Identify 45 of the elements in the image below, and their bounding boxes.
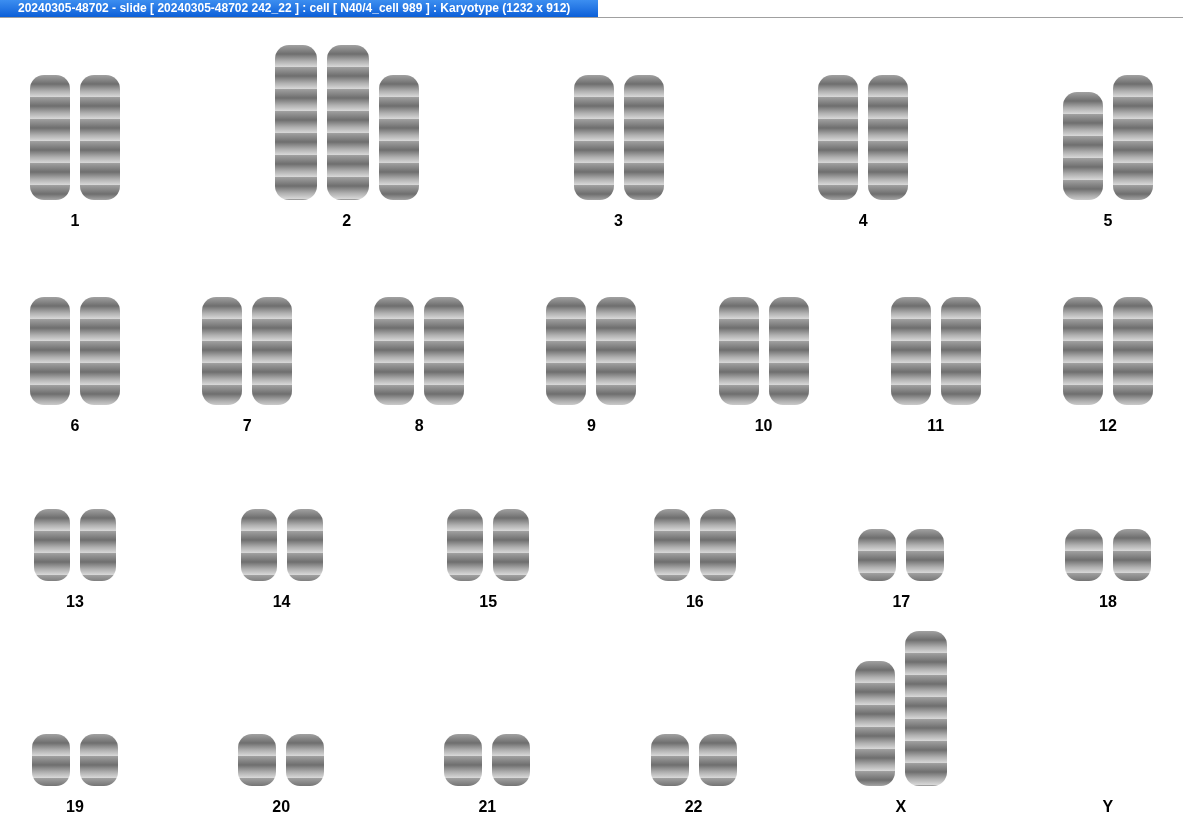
- chromosome-image: [493, 509, 530, 581]
- chromosome-label: 14: [272, 593, 291, 611]
- chromosome-label: 3: [614, 212, 623, 230]
- chromosome-label: Y: [1102, 798, 1114, 816]
- chromosome-label: 10: [754, 417, 773, 435]
- chromosome-image: [447, 509, 484, 581]
- chromosome-image: [80, 509, 116, 581]
- chromosome-label: 8: [414, 417, 424, 435]
- chromosome-label: 18: [1099, 593, 1117, 611]
- chromosome-image: [286, 734, 325, 786]
- chromosome-label: 7: [242, 417, 252, 435]
- chromosome-image: [699, 509, 736, 581]
- chromosome-image: [286, 509, 323, 581]
- chromosome-image: [34, 509, 70, 581]
- chromosome-label: 20: [272, 798, 291, 816]
- chromosome-label: 9: [587, 417, 596, 435]
- chromosome-label: 5: [1103, 212, 1113, 230]
- chromosome-label: 11: [927, 417, 945, 435]
- chromosome-label: 22: [684, 798, 703, 816]
- chromosome-label: 6: [70, 417, 80, 435]
- chromosome-label: 4: [858, 212, 868, 230]
- chromosome-image: [240, 509, 277, 581]
- chromosome-label: 12: [1099, 417, 1117, 435]
- chromosome-image: [492, 734, 531, 786]
- chromosome-image: [653, 509, 690, 581]
- chromosome-label: 15: [479, 593, 498, 611]
- chromosome-label: X: [895, 798, 907, 816]
- chromosome-label: 16: [685, 593, 704, 611]
- chromosome-label: 19: [66, 798, 84, 816]
- chromosome-label: 2: [342, 212, 352, 230]
- chromosome-image: [906, 529, 945, 581]
- chromosome-image: [1064, 529, 1103, 581]
- chromosome-image: [80, 734, 118, 786]
- chromosome-image: [858, 529, 897, 581]
- chromosome-image: [444, 734, 483, 786]
- chromosome-label: 21: [478, 798, 497, 816]
- chromosome-image: [1112, 529, 1151, 581]
- chromosome-label: 1: [70, 212, 80, 230]
- chromosome-label: 17: [892, 593, 911, 611]
- window-title: 20240305-48702 - slide [ 20240305-48702 242_22 ] : cell [ N40/4_cell 989 ] : Karyotype (1232 x 912): [0, 0, 598, 17]
- chromosome-image: [32, 734, 70, 786]
- chromosome-label: 13: [66, 593, 84, 611]
- chromosome-image: [238, 734, 277, 786]
- chromosome-image: [698, 734, 737, 786]
- chromosome-image: [650, 734, 689, 786]
